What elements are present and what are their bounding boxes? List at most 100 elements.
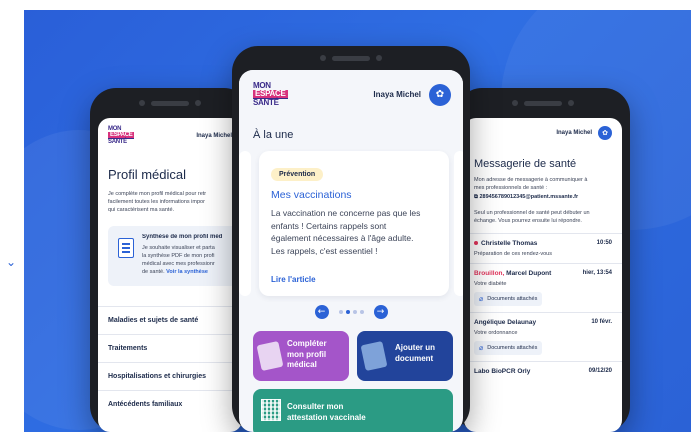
user-group-icon[interactable]: ✿ bbox=[598, 126, 612, 140]
document-upload-icon bbox=[360, 340, 388, 372]
profile-sections-list: Maladies et sujets de santé Traitements … bbox=[98, 306, 242, 418]
message-item[interactable]: Brouillon, Marcel Dupont hier, 13:54 Votr… bbox=[464, 263, 622, 312]
arrow-right-icon[interactable]: → bbox=[373, 305, 388, 319]
body-line: enfants ! Certains rappels sont bbox=[271, 220, 387, 231]
complete-profile-tile[interactable]: Compléter mon profil médical bbox=[253, 331, 349, 381]
message-sender: Christelle Thomas bbox=[481, 240, 538, 247]
intro-text: Je complète mon profil médical pour retr… bbox=[98, 182, 242, 214]
tile-label: Compléter mon profil médical bbox=[287, 339, 327, 371]
screen-messagerie: Inaya Michel ✿ Messagerie de santé Mon a… bbox=[464, 118, 622, 432]
description-line: Je souhaite visualiser et parta bbox=[142, 245, 215, 251]
screen-profil-medical: MON ESPACE SANTÉ Inaya Michel Profil méd… bbox=[98, 118, 242, 432]
address-intro: Mon adresse de messagerie à communiquer … bbox=[464, 170, 622, 192]
message-subject: Votre ordonnance bbox=[474, 330, 518, 336]
list-item[interactable]: Antécédents familiaux bbox=[98, 390, 242, 418]
mail-address[interactable]: ⧉ 289456789012345@patient.mssante.fr bbox=[464, 192, 622, 201]
phone-profil-medical: MON ESPACE SANTÉ Inaya Michel Profil méd… bbox=[90, 88, 250, 432]
logo-line-3: SANTÉ bbox=[253, 98, 288, 107]
message-time: 10:50 bbox=[596, 240, 612, 246]
list-item[interactable]: Maladies et sujets de santé bbox=[98, 306, 242, 334]
message-item[interactable]: Christelle Thomas 10:50 Préparation de ce… bbox=[464, 233, 622, 263]
tile-label-line: médical bbox=[287, 360, 317, 369]
tile-label-line: attestation vaccinale bbox=[287, 412, 366, 422]
message-time: 10 févr. bbox=[591, 319, 612, 325]
tile-label: Consulter mon attestation vaccinale bbox=[287, 402, 366, 423]
attachments-label: Documents attachés bbox=[487, 296, 538, 302]
phone-notch bbox=[139, 100, 201, 106]
previous-card-peek bbox=[239, 151, 251, 296]
brand-logo[interactable]: MON ESPACE SANTÉ bbox=[108, 126, 135, 145]
message-sender: Angélique Delaunay bbox=[474, 319, 537, 326]
logo-line-2: ESPACE bbox=[253, 89, 288, 98]
message-time: hier, 13:54 bbox=[582, 270, 612, 276]
pager-dot[interactable] bbox=[352, 310, 357, 314]
description-line: de santé. bbox=[142, 269, 165, 275]
note-line: Seul un professionnel de santé peut débu… bbox=[474, 210, 590, 216]
body-line: Les rappels, c'est essentiel ! bbox=[271, 245, 378, 256]
draft-label: Brouillon, bbox=[474, 270, 505, 277]
brand-logo[interactable]: MON ESPACE SANTÉ bbox=[253, 82, 288, 107]
category-badge: Prévention bbox=[271, 168, 324, 181]
tile-label-line: mon profil bbox=[287, 349, 327, 359]
attachments-chip[interactable]: ⌀ Documents attachés bbox=[474, 292, 543, 306]
tile-label-line: document bbox=[395, 353, 434, 363]
quick-actions: Compléter mon profil médical Ajouter un … bbox=[239, 331, 463, 381]
synthesis-card[interactable]: Synthèse de mon profil méd Je souhaite v… bbox=[108, 226, 242, 286]
paperclip-icon: ⌀ bbox=[479, 296, 484, 303]
user-group-icon[interactable]: ✿ bbox=[429, 83, 451, 106]
vaccination-certificate-tile[interactable]: Consulter mon attestation vaccinale bbox=[253, 389, 453, 432]
description-line: la synthèse PDF de mon profi bbox=[142, 253, 215, 259]
message-item[interactable]: Angélique Delaunay 10 févr. Votre ordonna… bbox=[464, 312, 622, 361]
intro-line: Mon adresse de messagerie à communiquer … bbox=[474, 177, 588, 183]
card-body: La vaccination ne concerne pas que les e… bbox=[271, 207, 439, 257]
next-card-peek bbox=[454, 151, 463, 296]
message-subject: Préparation de ces rendez-vous bbox=[474, 251, 552, 257]
body-line: également nécessaires à l'âge adulte. bbox=[271, 233, 414, 243]
intro-line: facilement toutes les informations impor bbox=[108, 199, 205, 205]
reply-note: Seul un professionnel de santé peut débu… bbox=[464, 201, 622, 233]
message-item[interactable]: Labo BioPCR Orly 09/12/20 bbox=[464, 361, 622, 381]
app-header: Inaya Michel ✿ bbox=[464, 118, 622, 140]
message-time: 09/12/20 bbox=[588, 368, 612, 374]
view-synthesis-link[interactable]: Voir la synthèse bbox=[166, 269, 208, 275]
arrow-left-icon[interactable]: ← bbox=[314, 305, 329, 319]
card-title[interactable]: Mes vaccinations bbox=[271, 189, 439, 201]
news-carousel[interactable]: Prévention Mes vaccinations La vaccinati… bbox=[239, 151, 463, 301]
app-header: MON ESPACE SANTÉ Inaya Michel bbox=[98, 118, 242, 145]
list-item[interactable]: Hospitalisations et chirurgies bbox=[98, 362, 242, 390]
mail-address-text: 289456789012345@patient.mssante.fr bbox=[479, 194, 579, 200]
body-line: La vaccination ne concerne pas que les bbox=[271, 208, 421, 218]
user-name[interactable]: Inaya Michel bbox=[556, 130, 592, 136]
medical-form-icon bbox=[256, 340, 284, 372]
logo-line-3: SANTÉ bbox=[108, 138, 135, 145]
tile-label: Ajouter un document bbox=[395, 343, 435, 364]
document-icon bbox=[118, 238, 134, 258]
section-title: À la une bbox=[253, 129, 294, 141]
qr-code-icon bbox=[261, 399, 281, 421]
carousel-pager: ← → bbox=[239, 305, 463, 319]
phone-messagerie: Inaya Michel ✿ Messagerie de santé Mon a… bbox=[456, 88, 630, 432]
user-name[interactable]: Inaya Michel bbox=[373, 90, 421, 99]
pager-dot[interactable] bbox=[338, 310, 343, 314]
screen-accueil: MON ESPACE SANTÉ Inaya Michel ✿ À la une… bbox=[239, 70, 463, 432]
app-header: MON ESPACE SANTÉ Inaya Michel ✿ bbox=[239, 70, 463, 107]
chevron-down-icon: ⌄ bbox=[6, 255, 17, 269]
copy-icon[interactable]: ⧉ bbox=[474, 194, 478, 200]
pager-dot-active[interactable] bbox=[345, 310, 350, 314]
page-title: Profil médical bbox=[108, 167, 187, 182]
intro-line: qui caractérisent ma santé. bbox=[108, 207, 175, 213]
read-article-link[interactable]: Lire l'article bbox=[271, 275, 316, 284]
synthesis-title: Synthèse de mon profil méd bbox=[142, 234, 223, 240]
synthesis-description: Je souhaite visualiser et parta la synth… bbox=[142, 244, 242, 276]
tile-label-line: Ajouter un bbox=[395, 343, 435, 352]
logo-line-2: ESPACE bbox=[108, 132, 135, 138]
pager-dot[interactable] bbox=[359, 310, 364, 314]
phone-notch bbox=[320, 55, 382, 61]
message-subject: Votre diabète bbox=[474, 281, 507, 287]
add-document-tile[interactable]: Ajouter un document bbox=[357, 331, 453, 381]
news-card[interactable]: Prévention Mes vaccinations La vaccinati… bbox=[259, 151, 449, 296]
user-name[interactable]: Inaya Michel bbox=[196, 133, 232, 139]
note-line: échange. Vous pourrez ensuite lui répond… bbox=[474, 218, 582, 224]
list-item[interactable]: Traitements bbox=[98, 334, 242, 362]
attachments-chip[interactable]: ⌀ Documents attachés bbox=[474, 341, 543, 355]
